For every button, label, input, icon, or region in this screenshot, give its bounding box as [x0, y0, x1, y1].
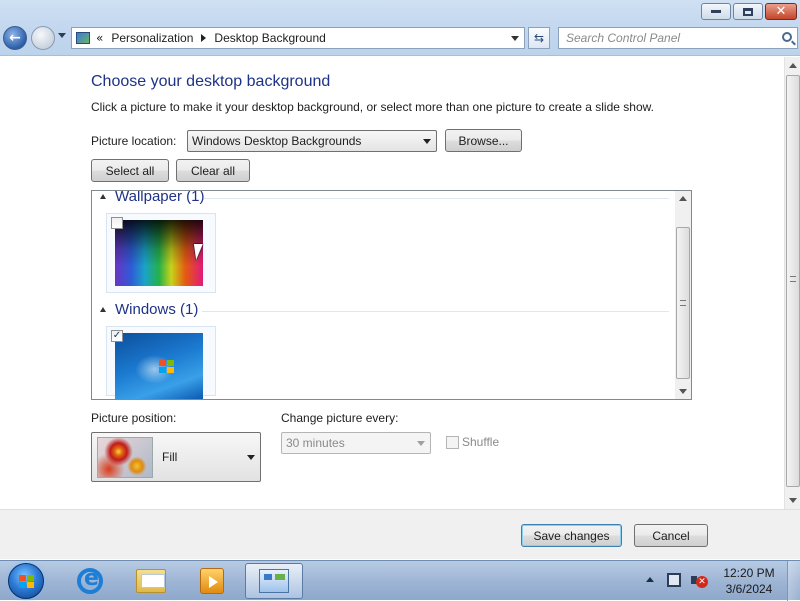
windows-logo-icon — [159, 360, 175, 374]
breadcrumb-separator-icon[interactable] — [201, 34, 207, 42]
select-all-button[interactable]: Select all — [91, 159, 169, 182]
breadcrumb-overflow[interactable]: « — [96, 31, 103, 45]
refresh-button[interactable]: ⇆ — [528, 27, 550, 49]
internet-explorer-icon — [77, 566, 103, 594]
address-dropdown-icon[interactable] — [511, 36, 519, 41]
windows-checkbox[interactable]: ✓ — [111, 330, 123, 342]
grip-icon — [680, 300, 686, 306]
folder-icon — [136, 569, 166, 593]
collapse-icon[interactable] — [100, 307, 106, 312]
restore-button[interactable] — [733, 3, 763, 20]
minimize-button[interactable] — [701, 3, 731, 20]
shuffle-checkbox[interactable] — [446, 436, 459, 449]
scroll-down-icon[interactable] — [679, 389, 687, 394]
grip-icon — [790, 276, 796, 282]
group-divider — [204, 198, 669, 199]
group-header-windows[interactable]: Windows (1) — [100, 301, 198, 318]
position-preview-image — [97, 437, 153, 478]
clear-all-button[interactable]: Clear all — [176, 159, 250, 182]
title-bar: ✕ ← « Personalization Desktop Background… — [0, 0, 800, 56]
scroll-down-icon[interactable] — [789, 498, 797, 503]
start-button[interactable] — [8, 563, 44, 599]
page-title: Choose your desktop background — [91, 73, 331, 90]
taskbar-windows-explorer[interactable] — [122, 563, 180, 599]
close-button[interactable]: ✕ — [765, 3, 797, 20]
change-picture-value: 30 minutes — [286, 436, 345, 450]
picture-position-label: Picture position: — [91, 411, 177, 425]
breadcrumb-personalization[interactable]: Personalization — [111, 31, 193, 45]
collapse-icon[interactable] — [100, 194, 106, 199]
search-input[interactable]: Search Control Panel — [558, 27, 798, 49]
taskbar-internet-explorer[interactable] — [61, 563, 119, 599]
scroll-up-icon[interactable] — [679, 196, 687, 201]
chevron-down-icon — [247, 455, 255, 460]
wallpaper-image — [115, 220, 203, 286]
group-title: Wallpaper (1) — [115, 190, 205, 205]
address-bar[interactable]: « Personalization Desktop Background — [71, 27, 525, 49]
clock-time: 12:20 PM — [723, 566, 775, 580]
page-description: Click a picture to make it your desktop … — [91, 100, 654, 114]
system-clock[interactable]: 12:20 PM 3/6/2024 — [718, 565, 780, 597]
change-picture-select[interactable]: 30 minutes — [281, 432, 431, 454]
search-placeholder: Search Control Panel — [566, 31, 681, 45]
media-player-icon — [200, 568, 224, 594]
forward-button[interactable] — [31, 26, 55, 50]
cancel-button[interactable]: Cancel — [634, 524, 708, 547]
network-icon[interactable] — [667, 573, 681, 587]
back-button[interactable]: ← — [3, 26, 27, 50]
save-changes-button[interactable]: Save changes — [521, 524, 622, 547]
chevron-down-icon — [423, 139, 431, 144]
chevron-down-icon — [417, 441, 425, 446]
picture-location-value: Windows Desktop Backgrounds — [192, 134, 362, 148]
scroll-thumb[interactable] — [676, 227, 690, 379]
window-scrollbar[interactable] — [784, 57, 800, 509]
picture-list[interactable]: Wallpaper (1) Windows (1) ✓ — [91, 190, 692, 400]
taskbar-control-panel[interactable] — [245, 563, 303, 599]
wallpaper-checkbox[interactable] — [111, 217, 123, 229]
windows-image — [115, 333, 203, 399]
picture-position-value: Fill — [162, 450, 178, 464]
breadcrumb-desktop-background[interactable]: Desktop Background — [214, 31, 325, 45]
shuffle-label: Shuffle — [462, 435, 500, 449]
minimize-icon — [711, 10, 721, 13]
recent-pages-dropdown[interactable] — [58, 33, 66, 38]
windows-logo-icon — [19, 575, 35, 589]
picture-location-label: Picture location: — [91, 134, 177, 148]
control-panel-icon — [76, 32, 90, 44]
scroll-up-icon[interactable] — [789, 63, 797, 68]
browse-button[interactable]: Browse... — [445, 129, 522, 152]
picture-position-select[interactable]: Fill — [91, 432, 261, 482]
show-hidden-icons-icon[interactable] — [646, 577, 654, 582]
taskbar-media-player[interactable] — [183, 563, 241, 599]
group-title: Windows (1) — [115, 301, 199, 318]
group-header-wallpaper[interactable]: Wallpaper (1) — [100, 190, 205, 205]
windows-thumbnail[interactable]: ✓ — [106, 326, 216, 399]
group-divider — [202, 311, 669, 312]
picture-location-select[interactable]: Windows Desktop Backgrounds — [187, 130, 437, 152]
scroll-thumb[interactable] — [786, 75, 800, 487]
clock-date: 3/6/2024 — [725, 582, 773, 596]
search-icon[interactable] — [782, 32, 792, 42]
volume-muted-icon[interactable]: ✕ — [691, 573, 708, 588]
show-desktop-button[interactable] — [787, 561, 800, 601]
picture-list-scrollbar[interactable] — [675, 191, 691, 399]
close-icon: ✕ — [775, 4, 787, 19]
change-picture-label: Change picture every: — [281, 411, 399, 425]
refresh-icon: ⇆ — [533, 31, 545, 45]
restore-icon — [743, 7, 753, 16]
control-panel-icon — [259, 569, 289, 593]
arrow-left-icon: ← — [9, 30, 21, 46]
taskbar: ✕ 12:20 PM 3/6/2024 — [0, 560, 800, 601]
